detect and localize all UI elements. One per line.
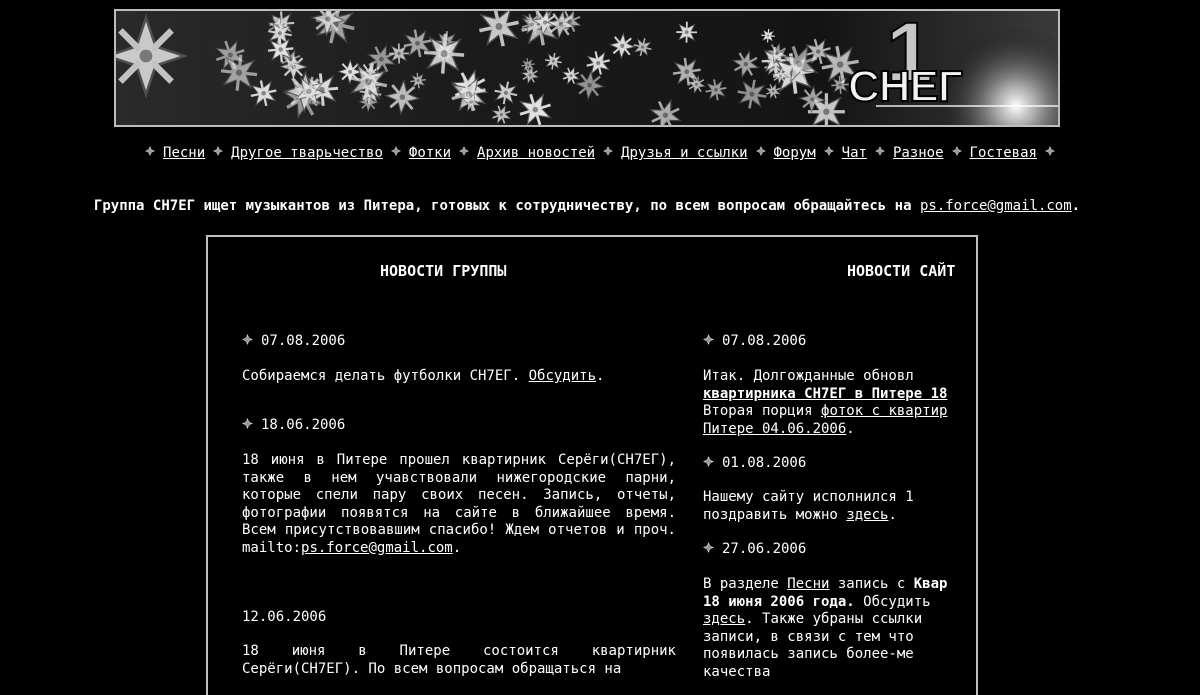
bullet-icon: [823, 142, 834, 156]
header-banner: 1 СНЕГ: [114, 9, 1060, 127]
bullet-icon: [874, 142, 885, 156]
bullet-icon: [242, 417, 253, 429]
bullet-icon: [242, 333, 253, 345]
bullet-icon: [703, 455, 714, 467]
news-date: 18.06.2006: [242, 417, 345, 435]
announcement: Группа СН7ЕГ ищет музыкантов из Питера, …: [0, 196, 1174, 216]
bullet-icon: [703, 541, 714, 553]
photos-link[interactable]: фоток с квартир: [821, 403, 947, 419]
announcement-end: .: [1071, 198, 1081, 214]
nav-link[interactable]: Разное: [891, 145, 946, 161]
photos-link-cont[interactable]: Питере 04.06.2006: [703, 421, 846, 437]
apartment-concert-link[interactable]: квартирника СН7ЕГ в Питере 18: [703, 386, 947, 402]
discuss-link[interactable]: Обсудить: [529, 368, 596, 384]
email-link[interactable]: ps.force@gmail.com: [301, 540, 453, 556]
news-text: 18 июня в Питере состоится квартирник Се…: [242, 643, 676, 677]
bullet-icon: [145, 142, 156, 156]
bullet-icon: [390, 142, 401, 156]
snowflake-banner-image: 1 СНЕГ: [116, 11, 1058, 125]
nav-link[interactable]: Гостевая: [968, 145, 1039, 161]
bullet-icon: [951, 142, 962, 156]
bullet-icon: [603, 142, 614, 156]
bullet-icon: [459, 142, 470, 156]
news-text: 18 июня в Питере прошел квартирник Серёг…: [242, 452, 676, 556]
bullet-icon: [1044, 142, 1055, 156]
news-date: 07.08.2006: [242, 333, 345, 351]
news-date: 01.08.2006: [703, 455, 806, 473]
bullet-icon: [755, 142, 766, 156]
congratulate-here-link[interactable]: здесь: [846, 507, 888, 523]
nav-link[interactable]: Архив новостей: [475, 145, 597, 161]
band-news-title: НОВОСТИ ГРУППЫ: [380, 262, 507, 280]
logo-text: СНЕГ: [848, 62, 963, 111]
nav-link[interactable]: Фотки: [407, 145, 453, 161]
nav-link[interactable]: Форум: [772, 145, 818, 161]
news-text: Собираемся делать футболки СН7ЕГ. Обсуди…: [242, 368, 605, 384]
news-frame: НОВОСТИ ГРУППЫ 07.08.2006 Собираемся дел…: [206, 235, 978, 695]
news-date: 27.06.2006: [703, 541, 806, 559]
news-text: В разделе Песни запись с Квар 18 июня 20…: [703, 576, 948, 680]
announcement-email-link[interactable]: ps.force@gmail.com: [920, 198, 1072, 214]
news-date: 07.08.2006: [703, 333, 806, 351]
bullet-icon: [213, 142, 224, 156]
nav-link[interactable]: Чат: [840, 145, 869, 161]
main-navigation: Песни Другое тварьчество Фотки Архив новост…: [0, 142, 1200, 163]
news-date: 12.06.2006: [242, 609, 327, 625]
site-news-title: НОВОСТИ САЙТ: [847, 262, 956, 280]
announcement-text: Группа СН7ЕГ ищет музыкантов из Питера, …: [93, 198, 912, 214]
discuss-here-link[interactable]: здесь: [703, 611, 745, 627]
nav-link[interactable]: Друзья и ссылки: [619, 145, 749, 161]
nav-link[interactable]: Другое тварьчество: [229, 145, 385, 161]
news-text: Нашему сайту исполнился 1 поздравить мож…: [703, 489, 914, 523]
news-text: Итак. Долгожданные обновл квартирника СН…: [703, 368, 948, 437]
nav-link[interactable]: Песни: [161, 145, 207, 161]
songs-link[interactable]: Песни: [787, 576, 829, 592]
bullet-icon: [703, 333, 714, 345]
